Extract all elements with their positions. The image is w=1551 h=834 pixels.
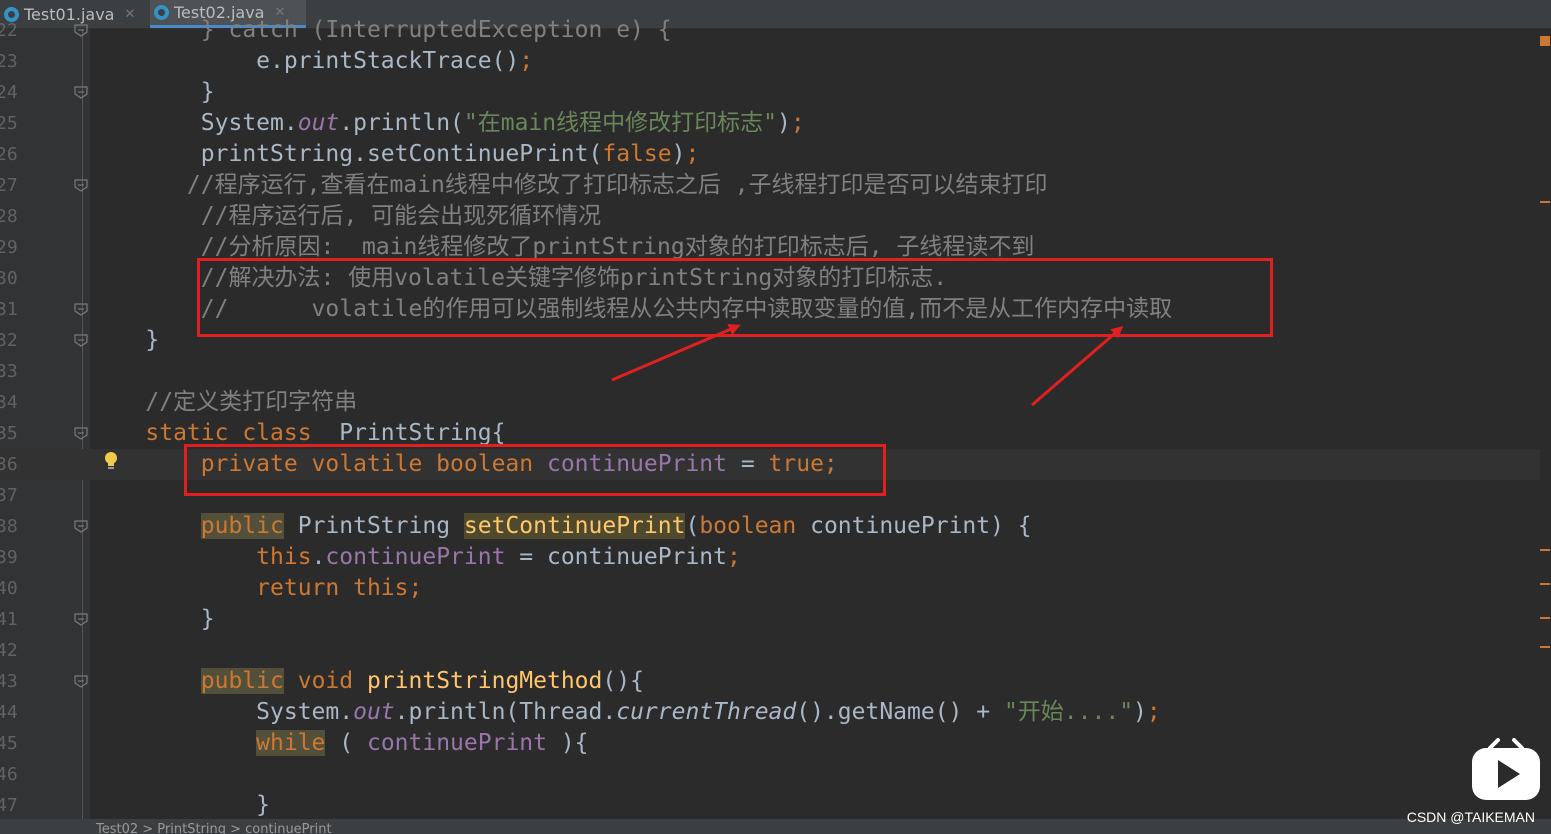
error-stripe-marker[interactable]	[1540, 583, 1550, 585]
error-stripe-marker[interactable]	[1540, 36, 1550, 46]
watermark-text: CSDN @TAIKEMAN	[1406, 809, 1535, 825]
arrow-left	[611, 324, 741, 382]
error-stripe-marker[interactable]	[1540, 549, 1550, 551]
error-stripe-marker[interactable]	[1540, 201, 1550, 203]
editor-scrollbar[interactable]	[1540, 29, 1551, 819]
error-stripe-marker[interactable]	[1540, 617, 1550, 619]
annotation-arrows	[611, 324, 1124, 407]
play-overlay-icon[interactable]	[1472, 738, 1540, 802]
arrow-right	[1031, 326, 1124, 407]
error-stripe-marker[interactable]	[1540, 646, 1550, 648]
lightbulb-icon[interactable]	[104, 451, 118, 473]
breadcrumb[interactable]: Test02 > PrintString > continuePrint	[0, 819, 1551, 834]
